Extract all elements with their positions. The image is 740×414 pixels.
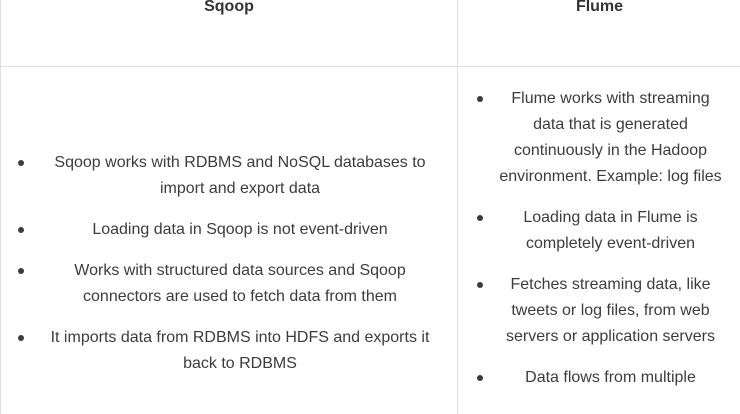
list-item: Loading data in Flume is completely even…	[458, 205, 740, 257]
list-item-text: Flume works with streaming data that is …	[499, 90, 722, 185]
list-item: It imports data from RDBMS into HDFS and…	[1, 325, 457, 377]
flume-list: Flume works with streaming data that is …	[458, 86, 740, 406]
list-item: Data flows from multiple	[458, 365, 740, 391]
bullet-icon	[477, 215, 483, 221]
list-item: Flume works with streaming data that is …	[458, 86, 740, 190]
bullet-icon	[18, 160, 24, 166]
list-item-text: It imports data from RDBMS into HDFS and…	[50, 329, 430, 372]
bullet-icon	[477, 96, 483, 102]
list-item-text: Works with structured data sources and S…	[74, 262, 406, 305]
list-item: Fetches streaming data, like tweets or l…	[458, 272, 740, 350]
list-item-text: Sqoop works with RDBMS and NoSQL databas…	[54, 154, 426, 197]
bullet-icon	[477, 282, 483, 288]
list-item-text: Data flows from multiple	[525, 369, 696, 386]
bullet-icon	[18, 335, 24, 341]
list-item: Loading data in Sqoop is not event-drive…	[1, 217, 457, 243]
sqoop-list: Sqoop works with RDBMS and NoSQL databas…	[1, 150, 457, 392]
bullet-icon	[18, 268, 24, 274]
list-item: Sqoop works with RDBMS and NoSQL databas…	[1, 150, 457, 202]
bullet-icon	[18, 227, 24, 233]
list-item-text: Loading data in Flume is completely even…	[523, 209, 698, 252]
header-divider	[1, 66, 740, 67]
header-flume: Flume	[575, 0, 624, 15]
comparison-table: Sqoop Flume Sqoop works with RDBMS and N…	[0, 0, 740, 414]
list-item-text: Loading data in Sqoop is not event-drive…	[92, 221, 388, 238]
list-item-text: Fetches streaming data, like tweets or l…	[506, 276, 715, 345]
header-sqoop: Sqoop	[204, 0, 254, 15]
bullet-icon	[477, 375, 483, 381]
list-item: Works with structured data sources and S…	[1, 258, 457, 310]
